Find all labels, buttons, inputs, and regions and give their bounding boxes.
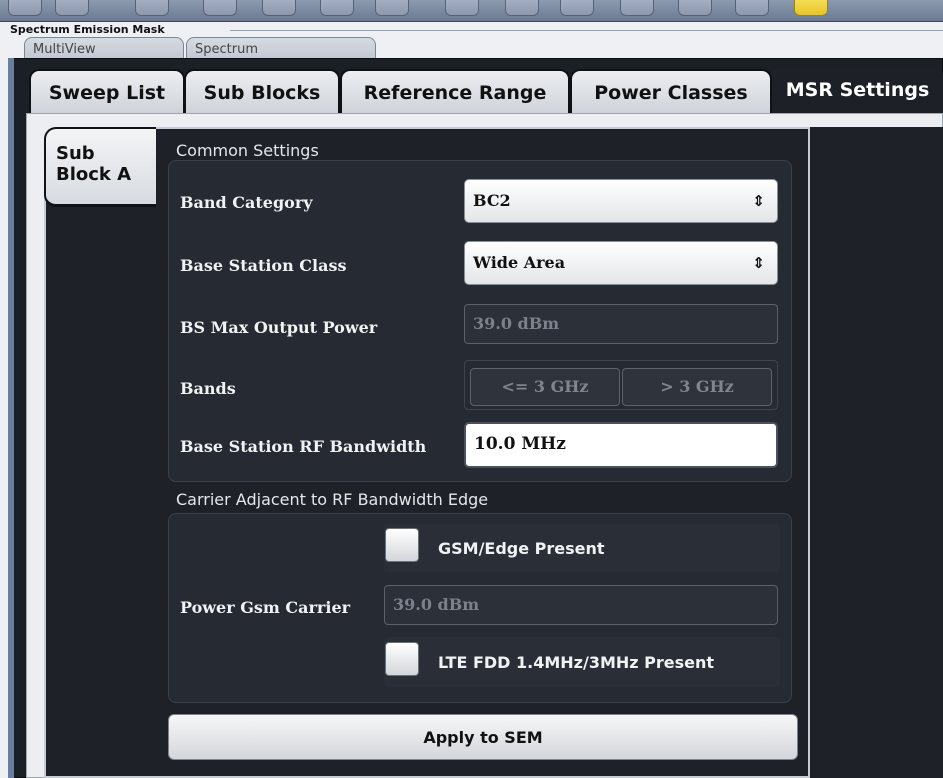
toolbar-button-icon[interactable] <box>375 0 409 16</box>
tab-label-line1: Sub <box>56 143 95 164</box>
lte-fdd-label: LTE FDD 1.4MHz/3MHz Present <box>438 653 715 672</box>
rf-bandwidth-input[interactable]: 10.0 MHz <box>464 422 778 468</box>
gsm-edge-label: GSM/Edge Present <box>438 539 605 558</box>
bands-le-3ghz-button[interactable]: <= 3 GHz <box>470 368 620 406</box>
power-gsm-carrier-label: Power Gsm Carrier <box>180 598 351 617</box>
background-tab-label: Spectrum <box>195 42 258 57</box>
toolbar-button-icon[interactable] <box>505 0 539 16</box>
toolbar-button-icon[interactable] <box>262 0 296 16</box>
dialog-edge <box>8 58 14 778</box>
toolbar-button-icon[interactable] <box>735 0 769 16</box>
select-arrows-icon: ⇕ <box>752 254 765 272</box>
bs-max-output-power-label: BS Max Output Power <box>180 318 378 337</box>
tab-label-line2: Block A <box>56 164 132 185</box>
tab-sub-blocks[interactable]: Sub Blocks <box>184 69 340 113</box>
gsm-edge-checkbox[interactable] <box>385 528 419 562</box>
band-category-value: BC2 <box>473 191 511 210</box>
window-title: Spectrum Emission Mask <box>10 23 165 36</box>
rf-bandwidth-label: Base Station RF Bandwidth <box>180 437 427 456</box>
toolbar-button-icon[interactable] <box>678 0 712 16</box>
lte-fdd-checkbox[interactable] <box>385 642 419 676</box>
toolbar-button-icon[interactable] <box>203 0 237 16</box>
power-gsm-carrier-field: 39.0 dBm <box>384 585 778 625</box>
toolbar-button-icon[interactable] <box>794 0 828 16</box>
tab-sub-block-a[interactable]: Sub Block A <box>44 127 156 207</box>
apply-to-sem-button[interactable]: Apply to SEM <box>168 714 798 760</box>
toolbar-button-icon[interactable] <box>135 0 169 16</box>
band-category-select[interactable]: BC2 ⇕ <box>464 179 778 223</box>
select-arrows-icon: ⇕ <box>752 192 765 210</box>
bs-max-output-power-field: 39.0 dBm <box>464 304 778 344</box>
toolbar <box>0 0 943 22</box>
tab-power-classes[interactable]: Power Classes <box>570 69 772 113</box>
tab-reference-range[interactable]: Reference Range <box>340 69 570 113</box>
background-tab-label: MultiView <box>33 42 96 57</box>
bands-label: Bands <box>180 379 236 398</box>
base-station-class-label: Base Station Class <box>180 256 347 275</box>
tab-sweep-list[interactable]: Sweep List <box>29 69 185 113</box>
carrier-adjacent-title: Carrier Adjacent to RF Bandwidth Edge <box>176 490 489 509</box>
toolbar-button-icon[interactable] <box>55 0 89 16</box>
toolbar-button-icon[interactable] <box>560 0 594 16</box>
toolbar-button-icon[interactable] <box>445 0 479 16</box>
toolbar-button-icon[interactable] <box>320 0 354 16</box>
toolbar-button-icon[interactable] <box>620 0 654 16</box>
common-settings-title: Common Settings <box>176 141 319 160</box>
toolbar-button-icon[interactable] <box>8 0 42 16</box>
tab-msr-settings[interactable]: MSR Settings <box>772 66 943 116</box>
base-station-class-value: Wide Area <box>473 253 566 272</box>
right-panel-area <box>810 127 943 778</box>
bands-gt-3ghz-button[interactable]: > 3 GHz <box>622 368 772 406</box>
base-station-class-select[interactable]: Wide Area ⇕ <box>464 241 778 285</box>
title-divider <box>230 30 943 31</box>
band-category-label: Band Category <box>180 193 313 212</box>
